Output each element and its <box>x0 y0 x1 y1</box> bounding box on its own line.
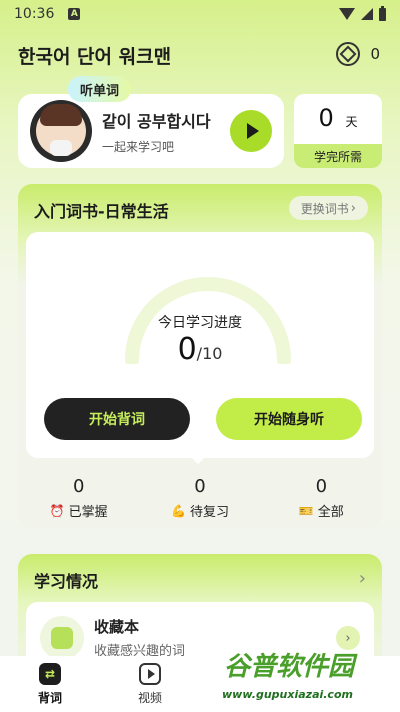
app-title: 한국어 단어 워크맨 <box>18 46 172 68</box>
favorites-icon <box>40 616 84 660</box>
progress-done: 0 <box>177 332 197 367</box>
stat-all-value: 0 <box>315 476 328 497</box>
nav-item-words[interactable]: ⇄ 背词 <box>0 656 100 712</box>
stat-all[interactable]: 0 🎫 全部 <box>261 476 382 520</box>
muscle-icon: 💪 <box>171 503 186 518</box>
stat-mastered-label-wrap: ⏰ 已掌握 <box>18 501 139 521</box>
stat-all-label-wrap: 🎫 全部 <box>261 501 382 521</box>
stat-all-label: 全部 <box>317 505 344 520</box>
days-value: 0 <box>318 104 334 132</box>
listen-words-card[interactable]: 听单词 같이 공부합시다 一起来学习吧 <box>18 76 284 168</box>
watermark-title: 谷普软件园 <box>224 652 355 682</box>
watermark-url: www.gupuxiazai.com <box>222 688 353 701</box>
coin-count: 0 <box>370 45 380 63</box>
nav-words-label: 背词 <box>37 690 62 705</box>
speak-card-subtitle: 一起来学习吧 <box>102 140 175 154</box>
battery-icon <box>379 5 386 21</box>
stat-mastered-label: 已掌握 <box>68 505 108 520</box>
card-pointer <box>190 456 206 464</box>
notification-icon: A <box>68 8 81 20</box>
coin-icon[interactable] <box>336 42 361 66</box>
progress-label: 今日学习进度 <box>158 315 242 331</box>
days-unit: 天 <box>345 115 358 129</box>
favorites-title: 收藏本 <box>94 618 140 636</box>
speak-card-title: 같이 공부합시다 <box>102 112 211 131</box>
avatar-character <box>36 104 86 156</box>
stat-review-label-wrap: 💪 待复习 <box>139 501 260 521</box>
stat-mastered-value: 0 <box>72 476 85 497</box>
swap-icon: ⇄ <box>39 662 61 685</box>
coin-counter[interactable]: 0 <box>336 42 380 66</box>
learning-status-title: 学习情况 <box>34 572 99 591</box>
wifi-icon <box>339 8 355 20</box>
status-time: 10:36 <box>14 6 55 22</box>
watermark: 谷普软件园 www.gupuxiazai.com <box>216 640 400 712</box>
ticket-icon: 🎫 <box>298 503 314 518</box>
stat-mastered[interactable]: 0 ⏰ 已掌握 <box>18 476 139 520</box>
word-stats: 0 ⏰ 已掌握 0 💪 待复习 0 🎫 全部 <box>18 476 382 520</box>
stat-review-value: 0 <box>194 476 206 497</box>
change-book-button[interactable]: 更换词书 › <box>288 196 368 220</box>
days-label: 学完所需 <box>294 144 382 168</box>
chevron-right-icon[interactable]: › <box>359 568 366 589</box>
signal-icon <box>361 8 373 20</box>
nav-video-label: 视频 <box>137 690 162 705</box>
days-needed-card: 0 天 学完所需 <box>294 94 382 168</box>
chevron-right-icon: › <box>350 200 356 216</box>
progress-card: 今日学习进度 0/10 开始背词 开始随身听 <box>26 232 374 458</box>
stat-review[interactable]: 0 💪 待复习 <box>139 476 260 520</box>
play-icon[interactable] <box>230 110 272 152</box>
days-value-wrap: 0 天 <box>294 104 382 132</box>
start-memorize-button[interactable]: 开始背词 <box>44 398 190 440</box>
word-book-title: 入门词书-日常生活 <box>34 202 169 221</box>
progress-value: 0/10 <box>26 332 374 367</box>
avatar <box>30 100 92 162</box>
start-listen-button[interactable]: 开始随身听 <box>216 398 362 440</box>
listen-words-badge: 听单词 <box>68 76 132 102</box>
status-icons <box>339 5 386 21</box>
change-book-label: 更换词书 <box>300 201 349 216</box>
nav-item-video[interactable]: 视频 <box>100 656 200 712</box>
status-bar: 10:36 A <box>0 0 400 28</box>
alarm-clock-icon: ⏰ <box>49 503 65 518</box>
progress-total: /10 <box>196 344 223 363</box>
video-icon <box>139 662 161 685</box>
word-book-section: 入门词书-日常生活 更换词书 › 今日学习进度 0/10 开始背词 开始随身听 … <box>18 184 382 528</box>
stat-review-label: 待复习 <box>189 505 229 520</box>
